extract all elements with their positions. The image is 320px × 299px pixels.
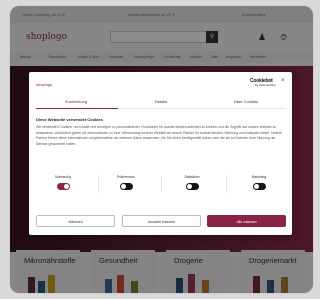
dialog-buttons: Ablehnen Auswahl erlauben Alle zulassen [36, 215, 286, 227]
divider [226, 175, 227, 193]
consent-toggles: Notwendig Präferenzen Statistiken Market… [36, 175, 286, 197]
toggle-necessary: Notwendig [48, 175, 78, 190]
dialog-body-text: Wir verwenden Cookies, um Inhalte und An… [36, 125, 283, 146]
toggle-label: Notwendig [55, 175, 71, 179]
toggle-switch-necessary [56, 183, 70, 190]
allow-selection-button[interactable]: Auswahl erlauben [122, 215, 201, 227]
browser-frame: Gratis Lieferung ab 29 € Versandkostenfr… [10, 6, 313, 293]
active-tab-indicator [36, 107, 118, 109]
divider [161, 175, 162, 193]
divider [98, 175, 99, 193]
tab-details[interactable]: Details [121, 99, 201, 104]
close-icon[interactable]: × [281, 78, 285, 84]
toggle-switch-marketing[interactable] [252, 183, 266, 190]
deny-button[interactable]: Ablehnen [36, 215, 115, 227]
tab-consent[interactable]: Zustimmung [36, 99, 116, 104]
toggle-preferences: Präferenzen [111, 175, 141, 190]
switch-knob [253, 184, 259, 189]
toggle-statistics: Statistiken [177, 175, 207, 190]
toggle-switch-statistics[interactable] [185, 183, 199, 190]
toggle-label: Marketing [251, 175, 267, 179]
cookiebot-byline: by Usercentrics [255, 83, 276, 87]
toggle-label: Statistiken [184, 175, 200, 179]
switch-knob [120, 184, 126, 189]
dialog-tabs: Zustimmung Details Über Cookies [36, 95, 286, 109]
dialog-heading: Diese Webseite verwendet Cookies [36, 117, 103, 122]
cookie-consent-dialog: shoplogo Cookiebot by Usercentrics × Zus… [29, 72, 292, 235]
cookiebot-logo: Cookiebot by Usercentrics [248, 78, 276, 88]
switch-knob [186, 184, 192, 189]
toggle-marketing: Marketing [244, 175, 274, 190]
dialog-logo: shoplogo [36, 82, 53, 87]
switch-knob [63, 184, 69, 189]
toggle-label: Präferenzen [117, 175, 135, 179]
toggle-switch-preferences[interactable] [119, 183, 133, 190]
allow-all-button[interactable]: Alle zulassen [207, 215, 286, 227]
tab-about-cookies[interactable]: Über Cookies [206, 99, 286, 104]
